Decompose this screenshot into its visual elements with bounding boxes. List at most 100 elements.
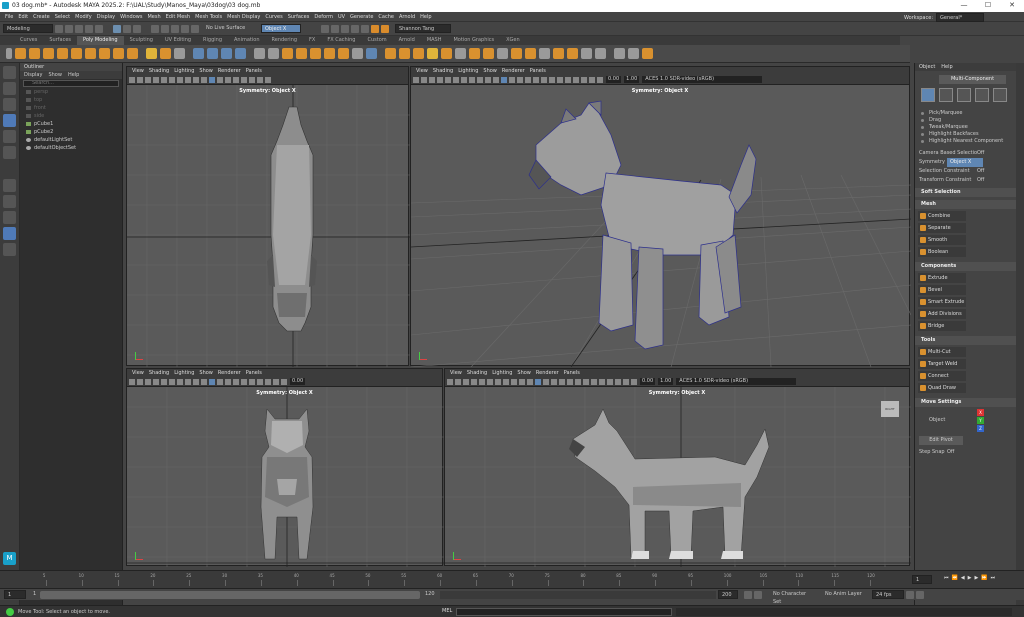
outliner-item[interactable]: persp: [20, 88, 122, 96]
film-gate-icon[interactable]: [169, 76, 175, 83]
type-tool-icon[interactable]: [160, 48, 171, 59]
poly-cone-icon[interactable]: [57, 48, 68, 59]
smooth-icon[interactable]: [221, 48, 232, 59]
poke-icon[interactable]: [352, 48, 363, 59]
mesh-section[interactable]: Mesh: [915, 200, 1016, 209]
loop-icon[interactable]: [906, 590, 914, 599]
maya-home-icon[interactable]: M: [3, 552, 16, 565]
menu-file[interactable]: File: [5, 14, 13, 20]
script-language-toggle[interactable]: MEL: [442, 608, 452, 614]
shelf-options-icon[interactable]: [6, 48, 12, 59]
menu-surfaces[interactable]: Surfaces: [288, 14, 310, 20]
current-frame-field[interactable]: 1: [912, 575, 932, 584]
grid-icon[interactable]: [161, 76, 167, 83]
step-snap-dropdown[interactable]: Off: [947, 448, 954, 457]
gamma-field[interactable]: 1.00: [624, 76, 640, 83]
ao-icon[interactable]: [249, 76, 255, 83]
symmetry-dropdown[interactable]: Object X: [947, 158, 983, 167]
move-settings-section[interactable]: Move Settings: [915, 398, 1016, 407]
bevel-button[interactable]: Bevel: [918, 285, 966, 295]
select-tool-icon[interactable]: [3, 66, 16, 79]
ao-icon[interactable]: [549, 76, 555, 83]
viewport-menu-shading[interactable]: Shading: [149, 370, 169, 376]
viewport-menu-lighting[interactable]: Lighting: [492, 370, 512, 376]
gate-mask-icon[interactable]: [185, 76, 191, 83]
isolate-icon[interactable]: [565, 76, 571, 83]
target-weld-button[interactable]: Target Weld: [918, 359, 966, 369]
paint-select-tool-icon[interactable]: [3, 98, 16, 111]
shelf-tab-arnold[interactable]: Arnold: [393, 36, 421, 45]
step-back-icon[interactable]: ◀: [961, 575, 965, 581]
tools-section[interactable]: Tools: [915, 336, 1016, 345]
range-slider-track[interactable]: [440, 590, 716, 599]
face-mode-icon[interactable]: [975, 88, 989, 102]
viewport-menu-shading[interactable]: Shading: [149, 68, 169, 74]
film-gate-icon[interactable]: [487, 378, 493, 385]
offset-edge-loop-icon[interactable]: [413, 48, 424, 59]
viewport-menu-lighting[interactable]: Lighting: [458, 68, 478, 74]
viewport-menu-renderer[interactable]: Renderer: [218, 68, 241, 74]
mirror-icon[interactable]: [268, 48, 279, 59]
isolate-icon[interactable]: [257, 378, 263, 385]
menu-mesh[interactable]: Mesh: [147, 14, 160, 20]
collapse-icon[interactable]: [497, 48, 508, 59]
playback-end-field[interactable]: 120: [422, 590, 438, 599]
zoom-icon[interactable]: [3, 243, 16, 256]
render-sequence-icon[interactable]: [331, 24, 339, 33]
field-chart-icon[interactable]: [193, 76, 199, 83]
menu-select[interactable]: Select: [55, 14, 70, 20]
drag-option[interactable]: Drag: [915, 117, 1016, 124]
color-space-dropdown[interactable]: ACES 1.0 SDR-video (sRGB): [642, 76, 763, 83]
range-slider-bar[interactable]: [40, 590, 420, 599]
viewport-menu-panels[interactable]: Panels: [564, 370, 580, 376]
wedge-icon[interactable]: [366, 48, 377, 59]
lock-icon[interactable]: [137, 378, 143, 385]
ao-icon[interactable]: [249, 378, 255, 385]
gate-mask-icon[interactable]: [503, 378, 509, 385]
film-gate-icon[interactable]: [453, 76, 459, 83]
append-icon[interactable]: [324, 48, 335, 59]
planar-uv-icon[interactable]: [581, 48, 592, 59]
shelf-tab-surfaces[interactable]: Surfaces: [43, 36, 77, 45]
menu-edit[interactable]: Edit: [18, 14, 28, 20]
platonic-solid-icon[interactable]: [113, 48, 124, 59]
sculpt-icon[interactable]: [614, 48, 625, 59]
exposure-field[interactable]: 0.00: [606, 76, 622, 83]
exposure-field[interactable]: 0.00: [640, 378, 656, 385]
menu-edit-mesh[interactable]: Edit Mesh: [166, 14, 190, 20]
shadows-icon[interactable]: [575, 378, 581, 385]
bookmark-icon[interactable]: [145, 76, 151, 83]
connect-icon[interactable]: [441, 48, 452, 59]
fill-hole-icon[interactable]: [338, 48, 349, 59]
menu-modify[interactable]: Modify: [75, 14, 92, 20]
menu-create[interactable]: Create: [33, 14, 50, 20]
snap-surface-icon[interactable]: [191, 24, 199, 33]
wire-on-shaded-icon[interactable]: [517, 76, 523, 83]
viewport-menu-renderer[interactable]: Renderer: [218, 370, 241, 376]
resolution-gate-icon[interactable]: [177, 378, 183, 385]
extrude-button[interactable]: Extrude: [918, 273, 966, 283]
anim-prefs-icon[interactable]: [754, 590, 762, 599]
step-forward-icon[interactable]: ▶: [974, 575, 978, 581]
insert-edge-loop-icon[interactable]: [399, 48, 410, 59]
grid-icon[interactable]: [161, 378, 167, 385]
render-settings-icon[interactable]: [351, 24, 359, 33]
extract-icon[interactable]: [254, 48, 265, 59]
wireframe-icon[interactable]: [501, 76, 507, 83]
shelf-tab-custom[interactable]: Custom: [361, 36, 392, 45]
xray-icon[interactable]: [265, 378, 271, 385]
bridge-button[interactable]: Bridge: [918, 321, 966, 331]
snap-point-icon[interactable]: [171, 24, 179, 33]
flip-icon[interactable]: [539, 48, 550, 59]
anim-layer-dropdown[interactable]: No Anim Layer: [822, 590, 866, 599]
outliner-item[interactable]: pCube1: [20, 120, 122, 128]
menu-help[interactable]: Help: [420, 14, 431, 20]
merge-icon[interactable]: [483, 48, 494, 59]
move-tool-icon[interactable]: [3, 114, 16, 127]
safe-action-icon[interactable]: [201, 76, 207, 83]
connect-button[interactable]: Connect: [918, 371, 966, 381]
bookmark-icon[interactable]: [429, 76, 435, 83]
outliner-menu-display[interactable]: Display: [24, 71, 42, 79]
camera-based-toggle[interactable]: Off: [977, 149, 984, 158]
menu-deform[interactable]: Deform: [314, 14, 333, 20]
